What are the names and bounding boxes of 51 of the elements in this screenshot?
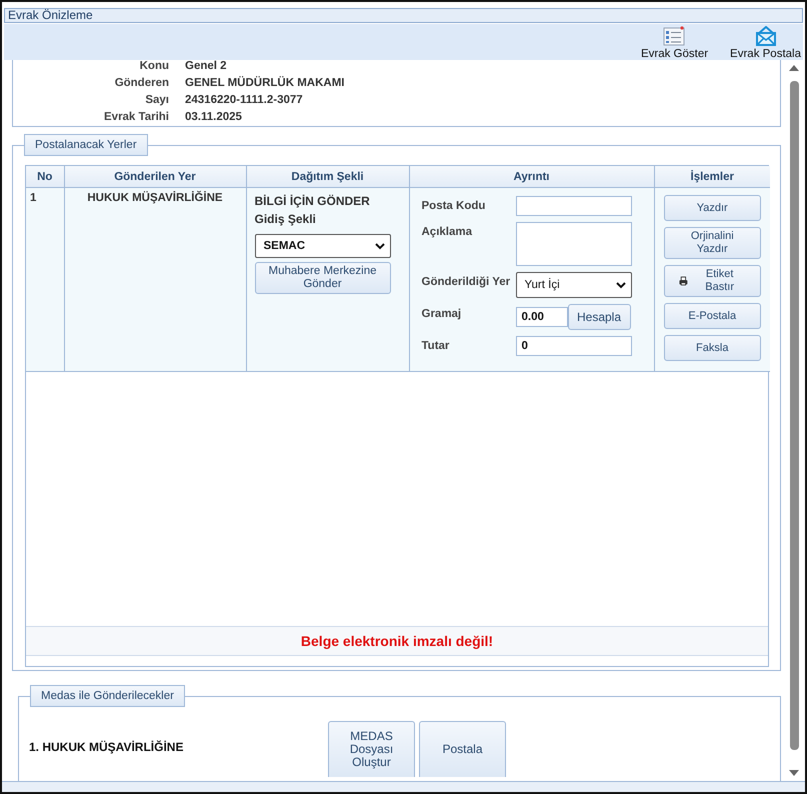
field-value: Genel 2 xyxy=(185,60,228,72)
dropdown[interactable]: Yurt İçi xyxy=(516,272,632,298)
printer-icon xyxy=(678,276,688,286)
medas-button[interactable]: Postala xyxy=(419,721,506,777)
text-area[interactable] xyxy=(516,222,632,266)
field-value: 03.11.2025 xyxy=(185,111,243,123)
warning-message: Belge elektronik imzalı değil! xyxy=(300,633,494,649)
send-button[interactable]: Muhabere Merkezine Gönder xyxy=(254,262,390,294)
column-header: No xyxy=(26,166,64,188)
distribution-type: BİLGİ İÇİN GÖNDER xyxy=(254,194,370,208)
column-header: Dağıtım Şekli xyxy=(246,166,409,188)
field-label: Açıklama xyxy=(422,225,474,238)
column-header: Ayrıntı xyxy=(409,166,654,188)
scroll-up-icon[interactable] xyxy=(789,64,799,71)
window-title: Evrak Önizleme xyxy=(4,8,803,23)
field-value: 24316220-1111.2-3077 xyxy=(185,94,304,106)
field-label: Gidiş Şekli xyxy=(254,212,316,226)
calculate-button[interactable]: Hesapla xyxy=(568,304,630,330)
column-header: Gönderilen Yer xyxy=(64,166,246,188)
field-label: Konu xyxy=(138,60,169,72)
field-label: Gönderildiği Yer xyxy=(422,275,512,288)
action-button[interactable]: Orjinalini Yazdır xyxy=(664,227,761,259)
input-field[interactable]: 0 xyxy=(516,336,632,356)
scrollbar-thumb[interactable] xyxy=(790,81,798,750)
action-button[interactable]: Faksla xyxy=(664,335,761,361)
toolbar-button[interactable]: Evrak Göster xyxy=(640,26,708,60)
action-button[interactable]: Etiket Bastır xyxy=(664,265,761,297)
medas-button[interactable]: MEDAS Dosyası Oluştur xyxy=(328,721,415,777)
chevron-down-icon xyxy=(616,282,626,288)
action-button[interactable]: E-Postala xyxy=(664,303,761,329)
field-label: Gönderen xyxy=(114,77,169,89)
input-field[interactable]: 0.00 xyxy=(516,307,568,327)
recipient-item: 1. HUKUK MÜŞAVİRLİĞİNE xyxy=(29,739,184,754)
section-legend: Medas ile Gönderilecekler xyxy=(30,685,185,707)
row-number: 1 xyxy=(29,191,38,206)
scroll-down-icon[interactable] xyxy=(789,770,799,777)
section-legend: Postalanacak Yerler xyxy=(24,134,148,156)
route-dropdown[interactable]: SEMAC xyxy=(254,234,390,258)
field-label: Gramaj xyxy=(422,307,462,320)
field-label: Evrak Tarihi xyxy=(103,111,169,123)
input-field[interactable] xyxy=(516,196,632,216)
field-value: GENEL MÜDÜRLÜK MAKAMI xyxy=(185,77,346,89)
list-icon xyxy=(663,26,686,46)
field-label: Sayı xyxy=(144,94,169,106)
toolbar-button[interactable]: Evrak Postala xyxy=(730,26,801,60)
recipient-name: HUKUK MÜŞAVİRLİĞİNE xyxy=(86,190,224,204)
column-header: İşlemler xyxy=(654,166,770,188)
action-button[interactable]: Yazdır xyxy=(664,195,761,221)
field-label: Posta Kodu xyxy=(422,199,486,212)
field-label: Tutar xyxy=(422,339,450,352)
chevron-down-icon xyxy=(374,242,384,250)
